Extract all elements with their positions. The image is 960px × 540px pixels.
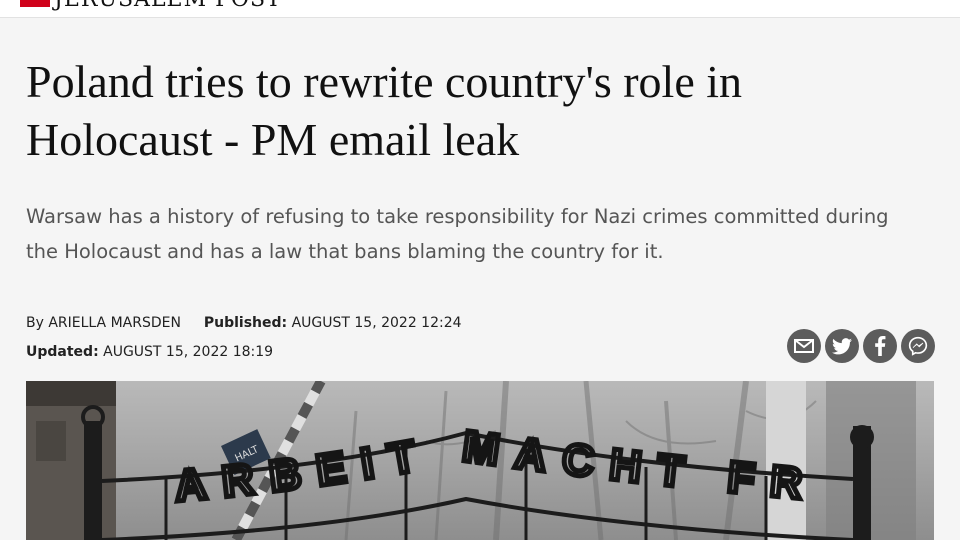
updated-date: AUGUST 15, 2022 18:19 (103, 344, 274, 360)
published-date: AUGUST 15, 2022 12:24 (291, 315, 462, 331)
email-icon (794, 339, 814, 353)
facebook-icon (875, 336, 886, 356)
article-meta-published: By ARIELLA MARSDEN Published: AUGUST 15,… (26, 315, 462, 331)
hero-image: HALT ARBEIT MACHT FREI (26, 381, 934, 540)
gate-sign-text: ARBEIT MACHT FREI (26, 381, 820, 511)
share-facebook-button[interactable] (863, 329, 897, 363)
site-header: JERUSALEM POST (0, 0, 960, 18)
site-logo-text[interactable]: JERUSALEM POST (54, 0, 282, 12)
byline-prefix: By (26, 315, 44, 331)
messenger-icon (908, 336, 928, 356)
auschwitz-gate-illustration: HALT ARBEIT MACHT FREI (26, 381, 916, 540)
published-label: Published: (203, 315, 288, 331)
share-buttons (787, 329, 935, 363)
share-messenger-button[interactable] (901, 329, 935, 363)
share-twitter-button[interactable] (825, 329, 859, 363)
author-link[interactable]: ARIELLA MARSDEN (48, 315, 181, 331)
site-logo-mark[interactable] (20, 0, 50, 7)
article-headline: Poland tries to rewrite country's role i… (26, 56, 743, 165)
updated-label: Updated: (26, 344, 99, 360)
article-meta-updated: Updated: AUGUST 15, 2022 18:19 (26, 344, 273, 360)
twitter-icon (832, 337, 852, 354)
share-email-button[interactable] (787, 329, 821, 363)
article-subheadline: Warsaw has a history of refusing to take… (26, 205, 889, 263)
